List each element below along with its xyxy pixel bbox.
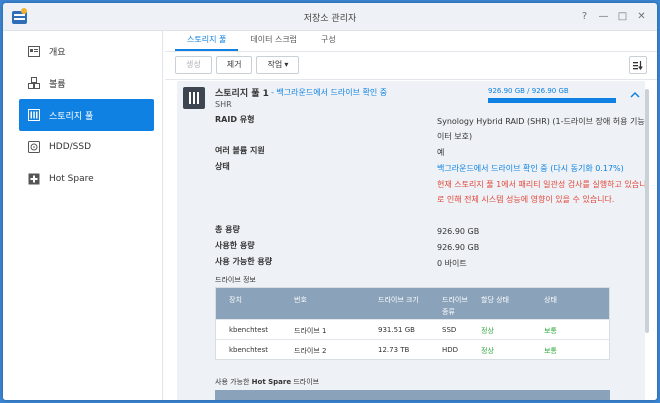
hot-spare-icon: [27, 172, 41, 186]
table-row[interactable]: kbenchtest 드라이브 1 931.51 GB SSD 정상 보통: [216, 319, 609, 339]
tab-divider: [165, 51, 657, 52]
detail-value: Synology Hybrid RAID (SHR) (1-드라이브 장애 허용…: [437, 117, 645, 141]
detail-value: 926.90 GB: [437, 243, 480, 252]
create-button[interactable]: 생성: [175, 56, 212, 74]
hdd-icon: [27, 140, 41, 154]
storage-pool-panel: 스토리지 풀 1 - 백그라운드에서 드라이브 확인 중 SHR 926.90 …: [177, 81, 645, 400]
drive-info-title: 드라이브 정보: [215, 276, 256, 284]
action-dropdown-button[interactable]: 작업 ▾: [256, 56, 300, 74]
cell-kind: HDD: [442, 346, 459, 354]
column-header: 할당 상태: [481, 296, 509, 304]
tab-bar: 스토리지 풀 데이터 스크럽 구성: [175, 31, 348, 51]
cell-number: 드라이브 1: [294, 327, 327, 335]
tab-config[interactable]: 구성: [309, 31, 348, 51]
cell-device: kbenchtest: [229, 326, 268, 334]
storage-pool-icon: [183, 87, 205, 109]
cell-size: 12.73 TB: [378, 346, 410, 354]
pool-status: - 백그라운드에서 드라이브 확인 중: [271, 88, 388, 97]
drive-table: 장치 번호 드라이브 크기 드라이브 종류 할당 상태 상태 kbenchtes…: [215, 287, 610, 360]
chevron-up-icon[interactable]: [630, 91, 640, 99]
remove-button[interactable]: 제거: [215, 56, 253, 74]
cell-device: kbenchtest: [229, 346, 268, 354]
cell-status: 보통: [544, 327, 557, 335]
sidebar: 개요 볼륨 스토리지 풀 HDD/SSD Hot Spare: [3, 31, 163, 400]
detail-label: 총 용량: [215, 225, 240, 234]
sidebar-item-hdd-ssd[interactable]: HDD/SSD: [19, 131, 154, 163]
sidebar-item-label: Hot Spare: [49, 174, 94, 184]
minimize-button[interactable]: —: [594, 9, 613, 25]
capacity-bar: [488, 98, 616, 103]
hot-spare-title: 사용 가능한 Hot Spare 드라이브: [215, 377, 319, 387]
hot-spare-prefix: 사용 가능한: [215, 378, 252, 386]
cell-status: 보통: [544, 347, 557, 355]
column-header: 드라이브 종류: [442, 296, 468, 316]
toolbar-divider: [165, 79, 657, 80]
hot-spare-table-header: [215, 390, 610, 400]
detail-total-capacity: 총 용량 926.90 GB: [215, 224, 645, 236]
detail-available-capacity: 사용 가능한 용량 0 바이트: [215, 256, 645, 268]
pool-type: SHR: [215, 100, 232, 109]
detail-value: 예: [437, 148, 445, 157]
help-button[interactable]: ?: [575, 9, 594, 25]
close-button[interactable]: ✕: [632, 9, 651, 25]
tab-storage-pool[interactable]: 스토리지 풀: [175, 31, 239, 51]
detail-raid-type: RAID 유형 Synology Hybrid RAID (SHR) (1-드라…: [215, 114, 645, 141]
toolbar: 생성 제거 작업 ▾: [175, 56, 300, 74]
scrollbar[interactable]: [645, 89, 649, 333]
main-panel: 스토리지 풀 데이터 스크럽 구성 생성 제거 작업 ▾ 스토리지 풀 1 - …: [165, 31, 657, 400]
sort-button[interactable]: [629, 56, 647, 74]
detail-label: 사용한 용량: [215, 241, 255, 250]
column-header: 상태: [544, 296, 557, 304]
window-title: 저장소 관리자: [303, 14, 357, 24]
detail-label: 상태: [215, 162, 230, 171]
hot-spare-suffix: 드라이브: [291, 378, 320, 386]
column-header: 번호: [294, 296, 307, 304]
detail-value: 0 바이트: [437, 259, 467, 268]
capacity-text: 926.90 GB / 926.90 GB: [488, 87, 569, 95]
storage-manager-window: 저장소 관리자 ? — □ ✕ 개요 볼륨 스토리지 풀 HDD/SSD Hot…: [3, 3, 657, 400]
cell-size: 931.51 GB: [378, 326, 415, 334]
detail-label: 여러 볼륨 지원: [215, 146, 265, 155]
cell-alloc-status: 정상: [481, 327, 494, 335]
maximize-button[interactable]: □: [613, 9, 632, 25]
detail-status: 상태 백그라운드에서 드라이브 확인 중 (다시 동기화 0.17%): [215, 161, 645, 173]
detail-value: 926.90 GB: [437, 227, 480, 236]
sidebar-item-storage-pool[interactable]: 스토리지 풀: [19, 99, 154, 131]
table-row[interactable]: kbenchtest 드라이브 2 12.73 TB HDD 정상 보통: [216, 339, 609, 359]
sort-icon: [633, 60, 643, 70]
detail-label: RAID 유형: [215, 115, 255, 124]
cell-kind: SSD: [442, 326, 457, 334]
sidebar-item-label: 볼륨: [49, 79, 66, 90]
sidebar-item-overview[interactable]: 개요: [19, 35, 154, 67]
parity-warning-text: 현재 스토리지 풀 1에서 패리티 일관성 검사를 실행하고 있습니다. 이로 …: [437, 180, 645, 204]
overview-icon: [27, 44, 41, 58]
sidebar-item-volume[interactable]: 볼륨: [19, 67, 154, 99]
sidebar-item-hot-spare[interactable]: Hot Spare: [19, 163, 154, 195]
detail-label: 사용 가능한 용량: [215, 257, 273, 266]
cell-number: 드라이브 2: [294, 347, 327, 355]
sidebar-item-label: HDD/SSD: [49, 142, 92, 152]
column-header: 장치: [229, 296, 242, 304]
drive-table-header: 장치 번호 드라이브 크기 드라이브 종류 할당 상태 상태: [216, 288, 609, 319]
detail-multi-volume: 여러 볼륨 지원 예: [215, 145, 645, 157]
tab-data-scrub[interactable]: 데이터 스크럽: [238, 31, 309, 51]
sidebar-item-label: 스토리지 풀: [49, 111, 94, 122]
pool-title: 스토리지 풀 1: [215, 89, 269, 99]
hot-spare-bold: Hot Spare: [251, 378, 292, 386]
detail-used-capacity: 사용한 용량 926.90 GB: [215, 240, 645, 252]
detail-value: 백그라운드에서 드라이브 확인 중 (다시 동기화 0.17%): [437, 164, 624, 173]
cell-alloc-status: 정상: [481, 347, 494, 355]
title-bar: 저장소 관리자 ? — □ ✕: [3, 3, 657, 31]
storage-pool-icon: [27, 108, 41, 122]
volume-icon: [27, 76, 41, 90]
column-header: 드라이브 크기: [378, 296, 419, 304]
sidebar-item-label: 개요: [49, 47, 66, 58]
